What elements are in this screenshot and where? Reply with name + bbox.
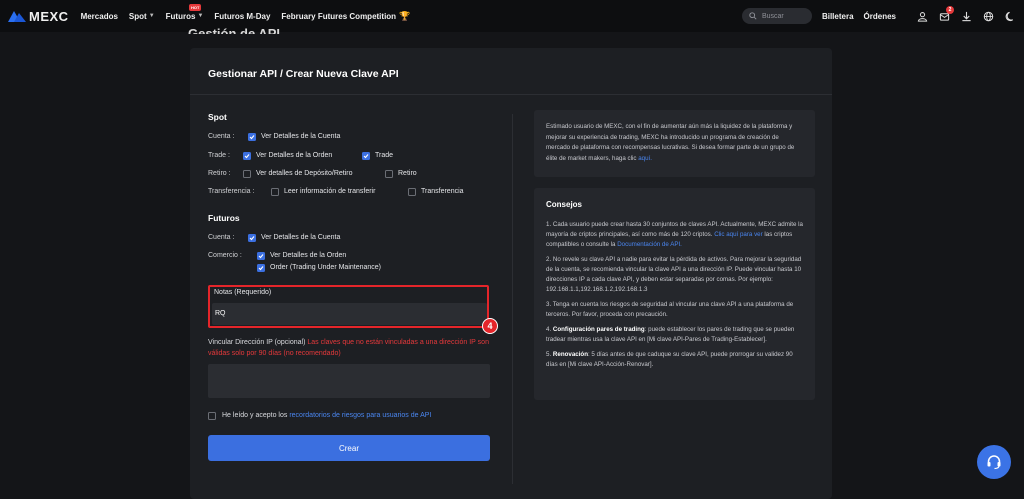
orders-link[interactable]: Órdenes — [864, 12, 896, 21]
spot-trade-checkbox[interactable] — [362, 152, 370, 160]
nav-mercados-label: Mercados — [80, 11, 118, 21]
page-title: Gestión de API — [188, 26, 280, 34]
create-button[interactable]: Crear — [208, 435, 490, 461]
futures-account-option: Ver Detalles de la Cuenta — [261, 234, 341, 241]
notes-input[interactable]: RQ — [212, 303, 487, 325]
trophy-icon: 🏆 — [399, 10, 411, 21]
spot-read-transfer-option: Leer información de transferir — [284, 188, 376, 195]
download-icon[interactable] — [960, 10, 972, 22]
api-docs-link[interactable]: Documentación de API. — [617, 241, 682, 248]
nav-mercados[interactable]: Mercados — [81, 12, 118, 21]
logo-text: MEXC — [29, 8, 69, 24]
spot-heading: Spot — [208, 112, 227, 122]
support-chat-button[interactable] — [977, 445, 1011, 479]
mexc-logo-icon — [8, 11, 26, 22]
check-icon — [249, 135, 255, 140]
nav-february-competition[interactable]: February Futures Competition 🏆 — [281, 11, 410, 22]
step-marker: 4 — [482, 318, 498, 334]
agree-text-block: He leído y acepto los recordatorios de r… — [222, 412, 431, 419]
tip-4-bold: Configuración pares de trading — [552, 326, 645, 333]
ip-label: Vincular Dirección IP (opcional) — [208, 339, 306, 346]
nav-spot-label: Spot — [128, 11, 147, 21]
user-icon[interactable] — [916, 10, 928, 22]
caret-down-icon: ▼ — [148, 13, 155, 19]
agree-text: He leído y acepto los — [222, 412, 288, 419]
check-icon — [258, 266, 264, 271]
tips-title: Consejos — [546, 200, 583, 209]
nav-futuros-mday[interactable]: Futuros M-Day — [214, 12, 270, 21]
notification-badge: 2 — [946, 6, 954, 14]
tip-5: 5. Renovación: 5 días antes de que caduq… — [546, 350, 803, 370]
top-nav: MEXC Mercados Spot ▼ Futuros ▼ HOT Futuros … — [0, 0, 1024, 32]
tip-5-num: 5. — [546, 351, 552, 358]
risk-reminder-link[interactable]: recordatorios de riesgos para usuarios d… — [289, 412, 431, 419]
nav-spot[interactable]: Spot ▼ — [129, 12, 155, 21]
moon-icon[interactable] — [1004, 10, 1016, 22]
tips-panel: Consejos 1. Cada usuario puede crear has… — [534, 188, 815, 400]
tip-2: 2. No revele su clave API a nadie para e… — [546, 256, 802, 293]
wallet-link[interactable]: Billetera — [822, 12, 854, 21]
nav-futuros-label: Futuros — [165, 11, 196, 21]
search-placeholder: Buscar — [761, 12, 784, 20]
card-divider — [190, 94, 832, 95]
futures-comercio-label: Comercio : — [208, 252, 242, 259]
agree-checkbox[interactable] — [208, 412, 216, 420]
spot-account-option: Ver Detalles de la Cuenta — [261, 133, 341, 140]
spot-deposit-option: Ver detalles de Depósito/Retiro — [256, 170, 353, 177]
ip-input[interactable] — [208, 364, 490, 398]
check-icon — [244, 154, 250, 159]
tip-4: 4. Configuración pares de trading: puede… — [546, 325, 803, 345]
futures-cuenta-label: Cuenta : — [208, 234, 235, 241]
spot-transfer-option: Transferencia — [421, 188, 464, 195]
spot-account-checkbox[interactable] — [248, 133, 256, 141]
search-icon — [749, 12, 757, 20]
spot-withdraw-checkbox[interactable] — [385, 170, 393, 178]
check-icon — [258, 254, 264, 259]
spot-cuenta-label: Cuenta : — [208, 133, 235, 140]
check-icon — [363, 154, 369, 159]
notification-icon[interactable]: 2 — [938, 6, 954, 22]
supported-cryptos-link[interactable]: Clic aquí para ver — [714, 231, 763, 238]
hot-badge: HOT — [188, 3, 202, 11]
spot-read-transfer-checkbox[interactable] — [271, 188, 279, 196]
futures-account-checkbox[interactable] — [248, 234, 256, 242]
info-text: Estimado usuario de MEXC, con el fin de … — [546, 123, 795, 162]
column-divider — [512, 114, 513, 484]
spot-deposit-checkbox[interactable] — [243, 170, 251, 178]
orders-label: Órdenes — [863, 11, 896, 21]
nav-futuros-mday-label: Futuros M-Day — [214, 11, 271, 21]
spot-withdraw-option: Retiro — [398, 170, 417, 177]
spot-order-option: Ver Detalles de la Orden — [256, 152, 333, 159]
futures-trading-option: Order (Trading Under Maintenance) — [270, 264, 382, 271]
spot-order-checkbox[interactable] — [243, 152, 251, 160]
tip-4-num: 4. — [546, 326, 552, 333]
caret-down-icon: ▼ — [197, 13, 204, 19]
futures-order-checkbox[interactable] — [257, 252, 265, 260]
ip-label-block: Vincular Dirección IP (opcional) Las cla… — [208, 337, 493, 359]
spot-transfer-label: Transferencia : — [208, 188, 255, 195]
futures-heading: Futuros — [208, 213, 240, 223]
nav-futuros[interactable]: Futuros ▼ HOT — [165, 3, 204, 21]
spot-trade-option: Trade — [375, 152, 394, 159]
check-icon — [249, 236, 255, 241]
nav-competition-label: February Futures Competition — [281, 11, 397, 21]
globe-icon[interactable] — [982, 10, 994, 22]
search-input[interactable]: Buscar — [741, 8, 812, 24]
api-create-card: Gestionar API / Crear Nueva Clave API Sp… — [190, 48, 832, 499]
notes-label: Notas (Requerido) — [214, 289, 272, 296]
spot-transfer-checkbox[interactable] — [408, 188, 416, 196]
futures-order-option: Ver Detalles de la Orden — [270, 252, 347, 259]
tip-5-bold: Renovación — [552, 351, 588, 358]
tip-1: 1. Cada usuario puede crear hasta 30 con… — [546, 220, 803, 250]
market-maker-info: Estimado usuario de MEXC, con el fin de … — [534, 110, 815, 177]
spot-retiro-label: Retiro : — [208, 170, 231, 177]
tip-3: 3. Tenga en cuenta los riesgos de seguri… — [546, 301, 794, 318]
headset-icon — [987, 455, 1001, 470]
card-title: Gestionar API / Crear Nueva Clave API — [208, 68, 399, 80]
futures-trading-checkbox[interactable] — [257, 264, 265, 272]
logo[interactable]: MEXC — [8, 9, 69, 24]
info-link[interactable]: aquí. — [638, 155, 652, 162]
spot-trade-label: Trade : — [208, 152, 230, 159]
wallet-label: Billetera — [821, 11, 854, 21]
